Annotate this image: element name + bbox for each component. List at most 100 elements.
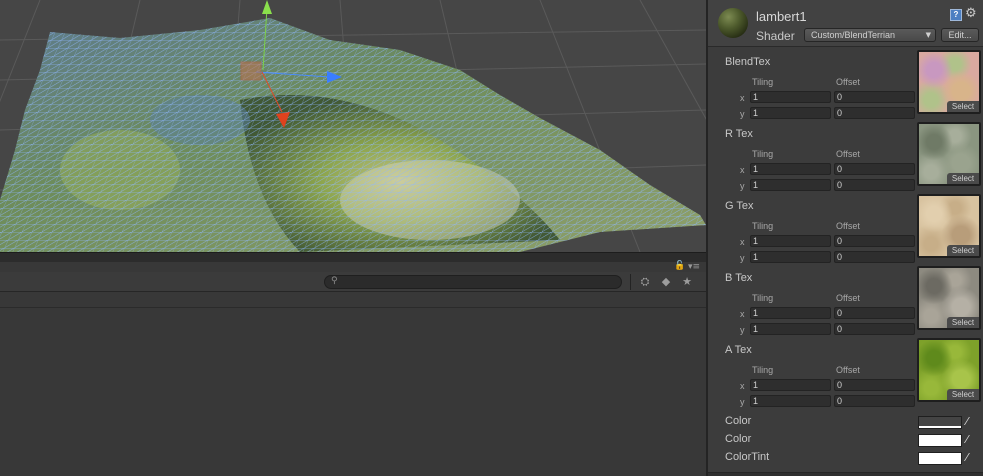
select-texture-button[interactable]: Select: [947, 245, 979, 256]
chevron-down-icon: ▼: [925, 31, 931, 39]
tiling-x-field[interactable]: 1: [750, 235, 831, 247]
texture-thumbnail[interactable]: Select: [917, 266, 981, 330]
shader-dropdown[interactable]: Custom/BlendTerrian ▼: [804, 28, 936, 42]
texture-property: B Tex Tiling Offset x y 1 1 0 0 Select: [708, 266, 983, 344]
offset-header: Offset: [836, 149, 860, 159]
tiling-header: Tiling: [752, 77, 774, 87]
offset-x-field[interactable]: 0: [834, 379, 915, 391]
select-texture-button[interactable]: Select: [947, 173, 979, 184]
offset-header: Offset: [836, 365, 860, 375]
tiling-x-field[interactable]: 1: [750, 307, 831, 319]
y-axis-label: y: [740, 397, 745, 407]
offset-x-field[interactable]: 0: [834, 235, 915, 247]
x-axis-label: x: [740, 237, 745, 247]
color-label: Color: [725, 433, 752, 445]
help-icon[interactable]: ?: [950, 9, 962, 21]
texture-property: R Tex Tiling Offset x y 1 1 0 0 Select: [708, 122, 983, 200]
tiling-x-field[interactable]: 1: [750, 379, 831, 391]
search-input[interactable]: [343, 276, 613, 288]
eyedropper-icon[interactable]: ⁄: [966, 451, 968, 464]
texture-thumbnail[interactable]: Select: [917, 122, 981, 186]
menu-icon[interactable]: ▾≡: [688, 262, 700, 272]
texture-name: R Tex: [725, 128, 753, 140]
texture-thumbnail[interactable]: Select: [917, 338, 981, 402]
offset-y-field[interactable]: 0: [834, 395, 915, 407]
search-field[interactable]: ⚲: [324, 275, 622, 289]
toolbar-divider: [630, 274, 631, 290]
offset-header: Offset: [836, 77, 860, 87]
texture-thumbnail[interactable]: Select: [917, 194, 981, 258]
texture-property: G Tex Tiling Offset x y 1 1 0 0 Select: [708, 194, 983, 272]
tiling-header: Tiling: [752, 149, 774, 159]
search-icon: ⚲: [331, 276, 338, 286]
offset-y-field[interactable]: 0: [834, 179, 915, 191]
panel-divider[interactable]: [0, 252, 706, 262]
offset-x-field[interactable]: 0: [834, 91, 915, 103]
tiling-y-field[interactable]: 1: [750, 251, 831, 263]
offset-header: Offset: [836, 293, 860, 303]
color-tint-label: ColorTint: [725, 451, 770, 463]
tiling-y-field[interactable]: 1: [750, 395, 831, 407]
lock-icon[interactable]: 🔓: [674, 261, 685, 271]
texture-property: BlendTex Tiling Offset x y 1 1 0 0 Select: [708, 50, 983, 128]
alpha-bar: [919, 426, 961, 428]
scene-canvas[interactable]: [0, 0, 706, 252]
material-header: lambert1 ? ⚙ Shader Custom/BlendTerrian …: [708, 0, 983, 47]
filter-by-type-icon[interactable]: ⛭: [636, 274, 654, 290]
tiling-header: Tiling: [752, 293, 774, 303]
project-content[interactable]: [0, 308, 706, 476]
favorites-star-icon[interactable]: ★: [678, 274, 696, 290]
color-property-row: Color ⁄: [708, 415, 983, 431]
select-texture-button[interactable]: Select: [947, 101, 979, 112]
tiling-header: Tiling: [752, 221, 774, 231]
offset-header: Offset: [836, 221, 860, 231]
select-texture-button[interactable]: Select: [947, 317, 979, 328]
eyedropper-icon[interactable]: ⁄: [966, 433, 968, 446]
texture-name: BlendTex: [725, 56, 771, 68]
select-texture-button[interactable]: Select: [947, 389, 979, 400]
color-property-row: ColorTint ⁄: [708, 451, 983, 467]
shader-label: Shader: [756, 29, 795, 43]
tiling-x-field[interactable]: 1: [750, 91, 831, 103]
color-swatch[interactable]: [918, 452, 962, 465]
edit-shader-button[interactable]: Edit...: [941, 28, 979, 42]
texture-property: A Tex Tiling Offset x y 1 1 0 0 Select: [708, 338, 983, 416]
alpha-bar: [919, 462, 961, 464]
inspector-footer: [708, 472, 983, 476]
y-axis-label: y: [740, 109, 745, 119]
x-axis-label: x: [740, 381, 745, 391]
material-preview-icon: [718, 8, 748, 38]
x-axis-label: x: [740, 93, 745, 103]
offset-y-field[interactable]: 0: [834, 251, 915, 263]
color-property-row: Color ⁄: [708, 433, 983, 449]
offset-x-field[interactable]: 0: [834, 307, 915, 319]
gear-icon[interactable]: ⚙: [965, 6, 977, 21]
tiling-y-field[interactable]: 1: [750, 107, 831, 119]
offset-x-field[interactable]: 0: [834, 163, 915, 175]
project-toolbar: ⚲ ⛭ ◆ ★: [0, 272, 706, 292]
color-swatch[interactable]: [918, 416, 962, 429]
scene-view[interactable]: [0, 0, 706, 252]
color-label: Color: [725, 415, 752, 427]
tiling-y-field[interactable]: 1: [750, 179, 831, 191]
x-axis-label: x: [740, 309, 745, 319]
x-axis-label: x: [740, 165, 745, 175]
tiling-y-field[interactable]: 1: [750, 323, 831, 335]
texture-name: B Tex: [725, 272, 753, 284]
eyedropper-icon[interactable]: ⁄: [966, 415, 968, 428]
y-axis-label: y: [740, 325, 745, 335]
texture-name: G Tex: [725, 200, 754, 212]
unity-editor: 🔓 ▾≡ ⚲ ⛭ ◆ ★ lambert1 ? ⚙ Shader Custom/…: [0, 0, 983, 476]
color-swatch[interactable]: [918, 434, 962, 447]
y-axis-label: y: [740, 253, 745, 263]
y-axis-handle: [262, 0, 272, 14]
texture-name: A Tex: [725, 344, 752, 356]
tiling-x-field[interactable]: 1: [750, 163, 831, 175]
offset-y-field[interactable]: 0: [834, 107, 915, 119]
texture-thumbnail[interactable]: Select: [917, 50, 981, 114]
shader-value: Custom/BlendTerrian: [811, 30, 896, 40]
filter-by-label-icon[interactable]: ◆: [657, 274, 675, 290]
y-axis-label: y: [740, 181, 745, 191]
project-breadcrumb-bar: [0, 292, 706, 308]
offset-y-field[interactable]: 0: [834, 323, 915, 335]
